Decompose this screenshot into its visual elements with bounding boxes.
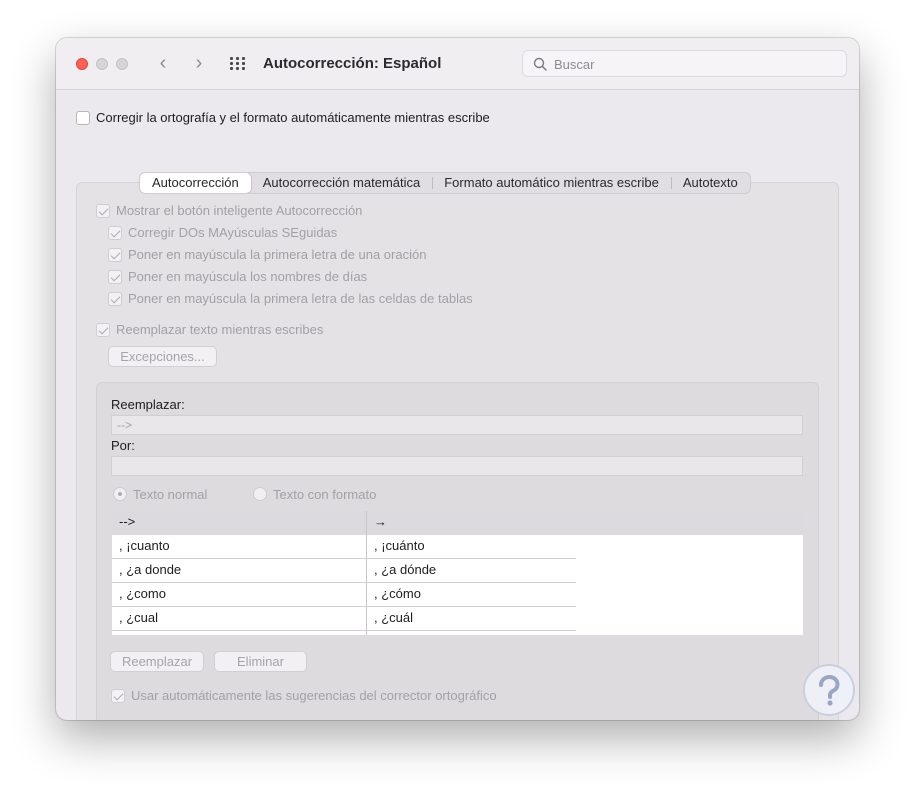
replace-button[interactable]: Reemplazar <box>110 651 204 672</box>
smart-button-checkbox[interactable] <box>96 204 110 218</box>
question-mark-icon <box>819 674 840 706</box>
auto-suggestions-label: Usar automáticamente las sugerencias del… <box>131 688 497 703</box>
cell-with: , ¿cómo <box>374 586 421 601</box>
delete-button[interactable]: Eliminar <box>214 651 307 672</box>
cell-with: , ¡cuánto <box>374 538 425 553</box>
tab-autocorreccion-matematica[interactable]: Autocorrección matemática <box>251 173 433 193</box>
show-all-grid-icon[interactable] <box>230 57 247 71</box>
header-with: → <box>374 514 387 529</box>
table-cells-cap-label: Poner en mayúscula la primera letra de l… <box>128 291 473 306</box>
close-button[interactable] <box>76 58 88 70</box>
search-field[interactable]: Buscar <box>522 50 847 77</box>
with-input[interactable] <box>111 456 803 476</box>
table-cells-cap-checkbox[interactable] <box>108 292 122 306</box>
search-placeholder: Buscar <box>554 57 595 72</box>
watermark-logo <box>803 664 855 716</box>
formatted-text-label: Texto con formato <box>273 487 377 502</box>
formatted-text-radio[interactable] <box>253 487 267 501</box>
two-caps-label: Corregir DOs MAyúsculas SEguidas <box>128 225 338 240</box>
plain-text-radio[interactable] <box>113 487 127 501</box>
title-bar: ‹ › Autocorrección: Español Buscar <box>56 38 859 90</box>
sentence-cap-label: Poner en mayúscula la primera letra de u… <box>128 247 427 262</box>
with-label: Por: <box>111 438 135 453</box>
autocorrect-window: ‹ › Autocorrección: Español Buscar Corre… <box>56 38 859 720</box>
sentence-cap-checkbox[interactable] <box>108 248 122 262</box>
two-caps-checkbox[interactable] <box>108 226 122 240</box>
table-row[interactable]: , ¿a donde , ¿a dónde <box>112 559 576 583</box>
auto-correct-label: Corregir la ortografía y el formato auto… <box>96 110 490 125</box>
replace-input[interactable]: --> <box>111 415 803 435</box>
table-row[interactable]: , ¡cuanto , ¡cuánto <box>112 535 576 559</box>
tab-autotexto[interactable]: Autotexto <box>670 173 750 193</box>
cell-replace: , ¡cuanto <box>119 538 170 553</box>
plain-text-label: Texto normal <box>133 487 208 502</box>
replace-text-label: Reemplazar texto mientras escribes <box>116 322 324 337</box>
cell-with: , ¿cuál <box>374 610 414 625</box>
table-row[interactable]: , ¿como , ¿cómo <box>112 583 576 607</box>
tab-formato-automatico[interactable]: Formato automático mientras escribe <box>432 173 671 193</box>
header-replace: --> <box>119 514 136 529</box>
cell-replace: , ¿cual <box>119 610 159 625</box>
content-area: Corregir la ortografía y el formato auto… <box>56 90 859 720</box>
tab-bar: Autocorrección Autocorrección matemática… <box>139 172 751 194</box>
days-cap-label: Poner en mayúscula los nombres de días <box>128 269 368 284</box>
days-cap-checkbox[interactable] <box>108 270 122 284</box>
auto-suggestions-checkbox[interactable] <box>111 689 125 703</box>
search-icon <box>533 57 547 71</box>
zoom-button[interactable] <box>116 58 128 70</box>
table-header: --> → <box>112 511 803 535</box>
back-chevron-icon[interactable]: ‹ <box>152 52 174 76</box>
replace-label: Reemplazar: <box>111 397 185 412</box>
forward-chevron-icon[interactable]: › <box>188 52 210 76</box>
window-title: Autocorrección: Español <box>263 55 442 72</box>
auto-correct-checkbox[interactable] <box>76 111 90 125</box>
minimize-button[interactable] <box>96 58 108 70</box>
tab-autocorreccion[interactable]: Autocorrección <box>140 173 251 193</box>
replacement-table[interactable]: --> → , ¡cuanto , ¡cuánto , ¿a donde , ¿… <box>112 511 803 635</box>
table-row[interactable]: , ¿cual , ¿cuál <box>112 607 576 631</box>
exceptions-button[interactable]: Excepciones... <box>108 346 217 367</box>
cell-with: , ¿a dónde <box>374 562 437 577</box>
smart-button-label: Mostrar el botón inteligente Autocorrecc… <box>116 203 363 218</box>
cell-replace: , ¿como <box>119 586 166 601</box>
replace-text-checkbox[interactable] <box>96 323 110 337</box>
cell-replace: , ¿a donde <box>119 562 182 577</box>
